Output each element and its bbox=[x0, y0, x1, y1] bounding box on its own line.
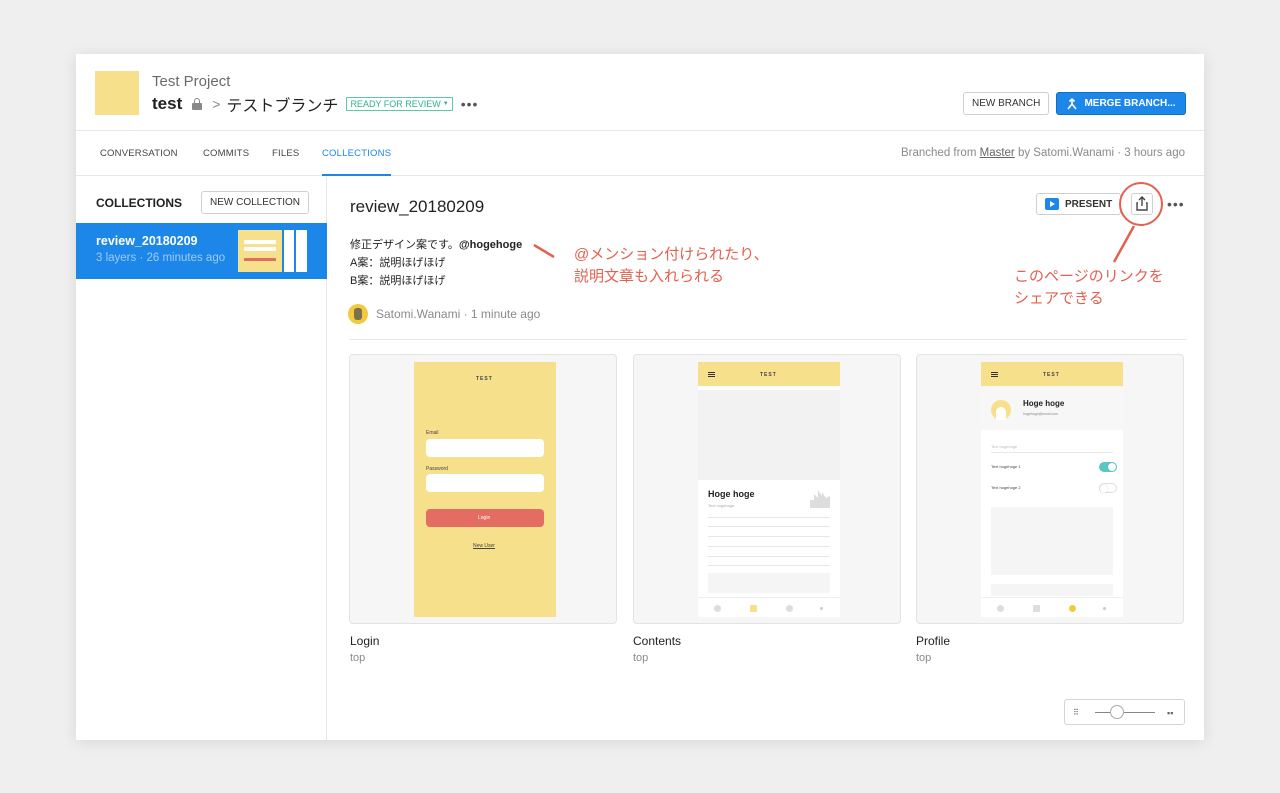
menu-icon bbox=[991, 372, 998, 377]
present-button[interactable]: PRESENT bbox=[1036, 193, 1122, 215]
artboard-page: top bbox=[633, 652, 649, 664]
artboard-name[interactable]: Profile bbox=[916, 634, 950, 648]
collection-description: 修正デザイン案です。@hogehoge A案：説明ほげほげ B案：説明ほげほげ bbox=[350, 239, 523, 287]
status-badge[interactable]: READY FOR REVIEW ▼ bbox=[346, 97, 453, 111]
artboard-card-contents[interactable]: TEST Hoge hoge Text hogehoge bbox=[633, 354, 901, 624]
zoom-large-grid-icon[interactable]: ▪▪ bbox=[1167, 708, 1173, 718]
merge-icon bbox=[1067, 97, 1078, 109]
author-text: Satomi.Wanami · 1 minute ago bbox=[376, 307, 541, 321]
lock-icon bbox=[192, 98, 203, 110]
collection-thumbnail-3 bbox=[296, 230, 307, 272]
repo-name[interactable]: test bbox=[152, 94, 182, 114]
zoom-small-grid-icon[interactable]: ⠿ bbox=[1073, 708, 1079, 717]
branched-info: Branched from Master by Satomi.Wanami · … bbox=[900, 147, 1185, 159]
app-window: Test Project test > テストブランチ READY FOR RE… bbox=[76, 54, 1204, 740]
login-screen-preview: TEST Email Password Login New User bbox=[414, 362, 556, 617]
merge-branch-button[interactable]: MERGE BRANCH... bbox=[1056, 92, 1186, 115]
chevron-right-icon: > bbox=[212, 96, 221, 112]
profile-avatar bbox=[991, 400, 1011, 420]
divider bbox=[350, 339, 1186, 340]
more-icon[interactable]: ••• bbox=[461, 96, 479, 112]
artboard-card-login[interactable]: TEST Email Password Login New User bbox=[349, 354, 617, 624]
zoom-slider-track[interactable] bbox=[1095, 712, 1155, 713]
tab-conversation[interactable]: CONVERSATION bbox=[100, 132, 178, 176]
present-icon bbox=[1045, 198, 1059, 210]
branch-breadcrumb: test > テストブランチ READY FOR REVIEW ▼ ••• bbox=[152, 93, 478, 115]
artboard-page: top bbox=[916, 652, 932, 664]
artboard-card-profile[interactable]: TEST Hoge hoge hogehoge@email.com Text h… bbox=[916, 354, 1184, 624]
contents-screen-preview: TEST Hoge hoge Text hogehoge bbox=[698, 362, 840, 617]
author-info: Satomi.Wanami · 1 minute ago bbox=[348, 304, 540, 324]
mention-link[interactable]: @hogehoge bbox=[459, 239, 522, 251]
collection-item-name: review_20180209 bbox=[96, 234, 198, 248]
profile-screen-preview: TEST Hoge hoge hogehoge@email.com Text h… bbox=[981, 362, 1123, 617]
annotation-line-mention bbox=[533, 243, 555, 259]
collection-title: review_20180209 bbox=[350, 197, 485, 216]
new-branch-button[interactable]: NEW BRANCH bbox=[963, 92, 1050, 115]
tab-commits[interactable]: COMMITS bbox=[203, 132, 249, 176]
toggle-off bbox=[1099, 483, 1117, 493]
zoom-control: ⠿ ▪▪ bbox=[1064, 699, 1185, 725]
collections-sidebar: COLLECTIONS NEW COLLECTION review_201802… bbox=[76, 177, 327, 740]
share-annotation: このページのリンクを シェアできる bbox=[1014, 268, 1164, 307]
annotation-line-share bbox=[1112, 225, 1136, 263]
artboard-page: top bbox=[350, 652, 366, 664]
toggle-on bbox=[1099, 462, 1117, 472]
collection-item-meta: 3 layers · 26 minutes ago bbox=[96, 252, 226, 264]
new-collection-button[interactable]: NEW COLLECTION bbox=[201, 191, 310, 214]
more-options-icon[interactable]: ••• bbox=[1167, 196, 1185, 212]
project-thumbnail bbox=[95, 71, 139, 115]
chart-icon bbox=[810, 490, 830, 508]
zoom-slider-handle[interactable] bbox=[1110, 705, 1124, 719]
master-branch-link[interactable]: Master bbox=[980, 147, 1015, 159]
sidebar-title: COLLECTIONS bbox=[96, 196, 182, 210]
menu-icon bbox=[708, 372, 715, 377]
collection-thumbnail-2 bbox=[284, 230, 294, 272]
artboard-name[interactable]: Contents bbox=[633, 634, 681, 648]
caret-down-icon: ▼ bbox=[442, 101, 449, 107]
artboard-name[interactable]: Login bbox=[350, 634, 379, 648]
annotation-circle bbox=[1119, 182, 1163, 226]
project-header: Test Project test > テストブランチ READY FOR RE… bbox=[76, 54, 1204, 131]
tab-bar: CONVERSATION COMMITS FILES COLLECTIONS B… bbox=[76, 132, 1204, 176]
tab-collections[interactable]: COLLECTIONS bbox=[322, 132, 392, 176]
tab-files[interactable]: FILES bbox=[272, 132, 299, 176]
collection-item[interactable]: review_20180209 3 layers · 26 minutes ag… bbox=[76, 223, 327, 279]
project-name[interactable]: Test Project bbox=[152, 73, 230, 90]
branch-name: テストブランチ bbox=[226, 98, 339, 115]
mention-annotation: @メンション付けられたり、 説明文章も入れられる bbox=[574, 246, 769, 285]
collection-thumbnail bbox=[238, 230, 282, 272]
avatar[interactable] bbox=[348, 304, 368, 324]
